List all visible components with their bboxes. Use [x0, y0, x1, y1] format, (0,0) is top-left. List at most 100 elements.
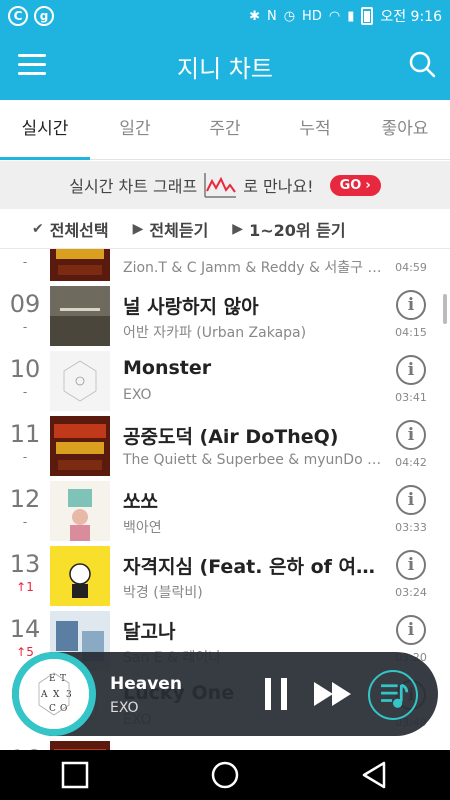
now-playing-title: Heaven — [110, 674, 182, 694]
play-icon: ▶ — [232, 220, 244, 237]
app-notification-icon: C — [8, 6, 28, 26]
chart-row[interactable]: 09 - 널 사랑하지 않아어반 자카파 (Urban Zakapa) i 04:15 — [0, 284, 450, 349]
mini-player[interactable]: ET AX3 CO Heaven EXO — [12, 652, 438, 736]
rank-change-value: - — [22, 515, 28, 529]
song-duration: 03:41 — [395, 391, 427, 404]
check-icon: ✔ — [32, 220, 44, 237]
play-all-label: 전체듣기 — [149, 220, 209, 240]
album-cover[interactable] — [50, 351, 110, 411]
rank-change: - — [0, 255, 50, 269]
song-artist: EXO — [123, 387, 152, 403]
song-artist: 박경 (블락비) — [123, 585, 203, 601]
pause-button[interactable] — [265, 678, 287, 710]
album-cover[interactable] — [50, 481, 110, 541]
rank-change-value: - — [22, 385, 28, 399]
rank-change-value: - — [22, 255, 28, 269]
select-all-label: 전체선택 — [49, 220, 109, 240]
info-icon[interactable]: i — [396, 355, 426, 385]
chart-tabs: 실시간 일간 주간 누적 좋아요 — [0, 100, 450, 160]
chart-row[interactable]: 12 - 쏘쏘백아연 i 03:33 — [0, 479, 450, 544]
song-artist: 어반 자카파 (Urban Zakapa) — [123, 325, 307, 341]
rank-change-value: - — [22, 320, 28, 334]
album-cover[interactable] — [50, 416, 110, 476]
tab-realtime[interactable]: 실시간 — [0, 100, 90, 160]
scrollbar[interactable] — [443, 294, 447, 324]
rank-change: ↑1 — [0, 580, 50, 594]
home-icon[interactable] — [210, 760, 240, 790]
signal-icon: ▮ — [347, 8, 355, 24]
status-time: 오전 9:16 — [380, 9, 442, 25]
next-track-icon[interactable] — [314, 682, 352, 706]
recent-apps-icon[interactable] — [60, 760, 90, 790]
song-duration: 03:33 — [395, 521, 427, 534]
chart-row[interactable]: 10 - Monster EXO i 03:41 — [0, 349, 450, 414]
go-button[interactable]: GO › — [329, 174, 381, 196]
nfc-icon: N — [266, 8, 277, 24]
tab-weekly[interactable]: 주간 — [180, 100, 270, 159]
rank-change-value: - — [22, 450, 28, 464]
rank-number: 13 — [9, 550, 41, 578]
album-cover[interactable] — [50, 546, 110, 606]
info-icon[interactable]: i — [396, 615, 426, 645]
arrow-up-icon: ↑ — [16, 580, 27, 594]
chart-row[interactable]: 13 ↑1 자격지심 (Feat. 은하 of 여자... 박경 (블락비) i 03:2… — [0, 544, 450, 609]
song-artist: Zion.T & C Jamm & Reddy & 서출구 (X... — [123, 260, 385, 276]
list-controls: ✔ 전체선택 ▶ 전체듣기 ▶ 1~20위 듣기 — [0, 209, 450, 249]
playlist-icon[interactable] — [368, 670, 418, 720]
graph-banner[interactable]: 실시간 차트 그래프 로 만나요! GO › — [0, 161, 450, 209]
rank-change: - — [0, 515, 50, 529]
rank-number: 09 — [9, 290, 41, 318]
tab-likes[interactable]: 좋아요 — [360, 100, 450, 159]
hd-icon: HD — [302, 8, 322, 24]
chart-row[interactable]: 11 - 공중도덕 (Air DoTheQ) The Quiett & Superbe… — [0, 414, 450, 479]
song-artist: The Quiett & Superbee & myunDo & Fl... — [123, 452, 385, 468]
menu-icon[interactable] — [18, 54, 46, 76]
album-cover[interactable] — [50, 741, 110, 750]
select-all-button[interactable]: ✔ 전체선택 — [32, 217, 109, 241]
song-artist: 백아연 — [123, 520, 162, 536]
song-duration: 04:15 — [395, 326, 427, 339]
status-bar: C g ✱ N ◷ HD ◠ ▮ 오전 9:16 — [0, 0, 450, 32]
song-title[interactable]: 자격지심 (Feat. 은하 of 여자... — [123, 552, 385, 579]
album-cover[interactable] — [50, 249, 110, 281]
app-header: 지니 차트 — [0, 32, 450, 100]
alarm-icon: ◷ — [283, 8, 296, 24]
song-title[interactable]: 널 사랑하지 않아 — [123, 292, 385, 319]
rank-number: 14 — [9, 615, 41, 643]
line-graph-icon — [204, 173, 237, 198]
play-all-button[interactable]: ▶ 전체듣기 — [133, 217, 209, 241]
info-icon[interactable]: i — [396, 550, 426, 580]
info-icon[interactable]: i — [396, 485, 426, 515]
album-cover[interactable] — [50, 286, 110, 346]
song-title[interactable]: 쏘쏘 — [123, 487, 385, 514]
search-icon[interactable] — [408, 50, 436, 78]
song-title[interactable]: 달고나 — [123, 617, 385, 644]
song-title[interactable]: 공중도덕 (Air DoTheQ) — [123, 422, 385, 449]
rank-change: - — [0, 320, 50, 334]
app-notification-icon-2: g — [34, 6, 54, 26]
now-playing-cover[interactable]: ET AX3 CO — [12, 652, 96, 736]
tab-cumulative[interactable]: 누적 — [270, 100, 360, 159]
banner-text-2: 로 만나요! — [243, 177, 314, 196]
chevron-right-icon: › — [365, 177, 371, 193]
rank-number: 10 — [9, 355, 41, 383]
chart-row[interactable]: - Zion.T & C Jamm & Reddy & 서출구 (X... 04:5… — [0, 249, 450, 284]
bluetooth-icon: ✱ — [249, 8, 260, 24]
tab-daily[interactable]: 일간 — [90, 100, 180, 159]
rank-number: 12 — [9, 485, 41, 513]
go-label: GO — [339, 177, 362, 193]
svg-text:A: A — [40, 690, 48, 700]
back-icon[interactable] — [360, 760, 390, 790]
song-title[interactable]: Monster — [123, 357, 385, 379]
wifi-icon: ◠ — [328, 8, 341, 24]
rank-change-value: 1 — [26, 580, 34, 594]
info-icon[interactable]: i — [396, 290, 426, 320]
rank-change: - — [0, 385, 50, 399]
system-nav-bar — [0, 750, 450, 800]
play-top20-button[interactable]: ▶ 1~20위 듣기 — [232, 217, 345, 241]
rank-number: 11 — [9, 420, 41, 448]
chart-row[interactable]: 16끄히러 — [0, 739, 450, 750]
battery-icon — [361, 7, 374, 25]
song-duration: 04:42 — [395, 456, 427, 469]
info-icon[interactable]: i — [396, 420, 426, 450]
